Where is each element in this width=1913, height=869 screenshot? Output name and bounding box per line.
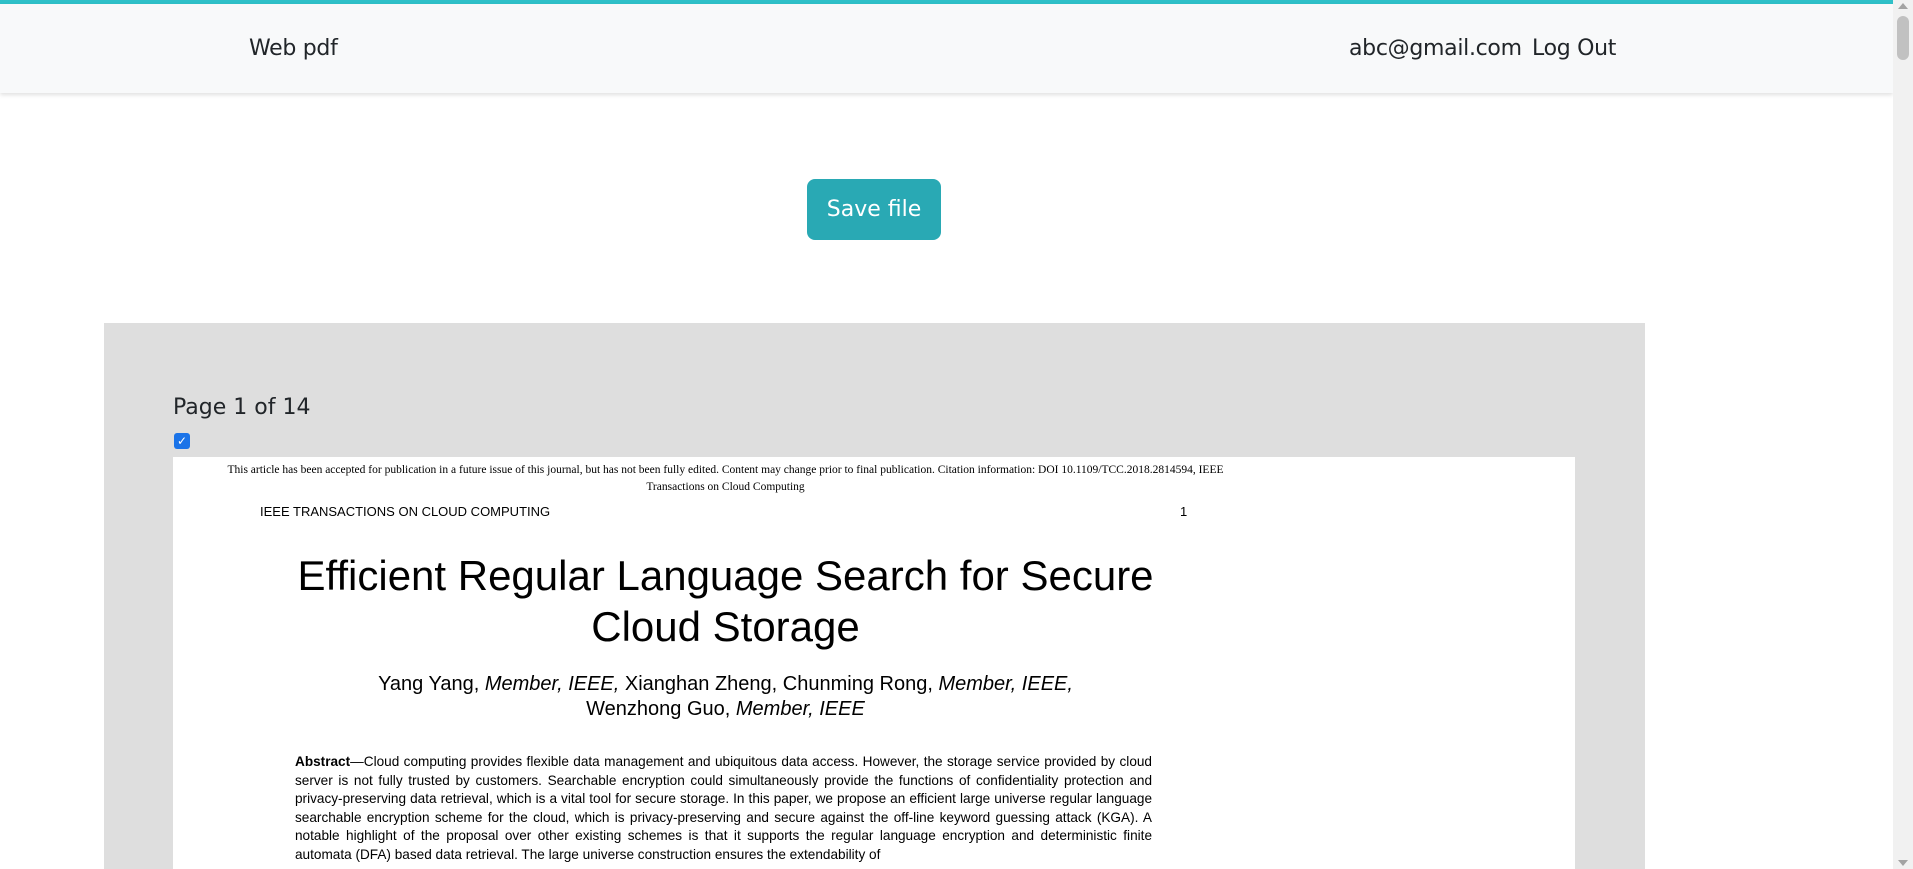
author-role: Member, IEEE xyxy=(735,698,865,720)
page-scrollbar[interactable] xyxy=(1893,0,1913,869)
page-number: 1 xyxy=(1180,504,1188,519)
title-line: Cloud Storage xyxy=(591,603,860,650)
paper-title: Efficient Regular Language Search for Se… xyxy=(173,550,1278,652)
abstract-label: Abstract xyxy=(295,754,351,769)
brand-link[interactable]: Web pdf xyxy=(249,36,338,61)
journal-header: IEEE TRANSACTIONS ON CLOUD COMPUTING xyxy=(260,504,551,519)
author-name: Wenzhong Guo, xyxy=(586,698,736,720)
pdf-page: This article has been accepted for publi… xyxy=(173,457,1575,869)
scrollbar-thumb[interactable] xyxy=(1897,16,1909,60)
publication-notice: This article has been accepted for publi… xyxy=(173,462,1278,496)
checkmark-icon: ✓ xyxy=(176,434,188,448)
authors-line: Wenzhong Guo, Member, IEEE xyxy=(173,697,1278,722)
notice-line: This article has been accepted for publi… xyxy=(227,464,1224,476)
scroll-down-arrow-icon[interactable] xyxy=(1898,860,1908,866)
page-indicator: Page 1 of 14 xyxy=(173,395,311,420)
pdf-viewer: Page 1 of 14 ✓ This article has been acc… xyxy=(104,323,1645,869)
paper-abstract: Abstract—Cloud computing provides flexib… xyxy=(295,753,1152,864)
save-file-button[interactable]: Save file xyxy=(807,179,941,240)
author-role: Member, IEEE, xyxy=(938,673,1073,695)
navbar: Web pdf abc@gmail.com Log Out xyxy=(0,4,1893,93)
scroll-up-arrow-icon[interactable] xyxy=(1898,3,1908,9)
paper-authors: Yang Yang, Member, IEEE, Xianghan Zheng,… xyxy=(173,672,1278,722)
user-email-link[interactable]: abc@gmail.com xyxy=(1349,36,1522,61)
logout-link[interactable]: Log Out xyxy=(1532,36,1616,61)
author-name: Yang Yang, xyxy=(378,673,485,695)
author-role: Member, IEEE, xyxy=(484,673,620,695)
author-name: Xianghan Zheng, Chunming Rong, xyxy=(619,673,939,695)
page-select-checkbox[interactable]: ✓ xyxy=(174,433,190,449)
title-line: Efficient Regular Language Search for Se… xyxy=(297,552,1154,599)
abstract-text: —Cloud computing provides flexible data … xyxy=(295,754,1152,862)
notice-line: Transactions on Cloud Computing xyxy=(646,481,805,493)
authors-line: Yang Yang, Member, IEEE, Xianghan Zheng,… xyxy=(173,672,1278,697)
